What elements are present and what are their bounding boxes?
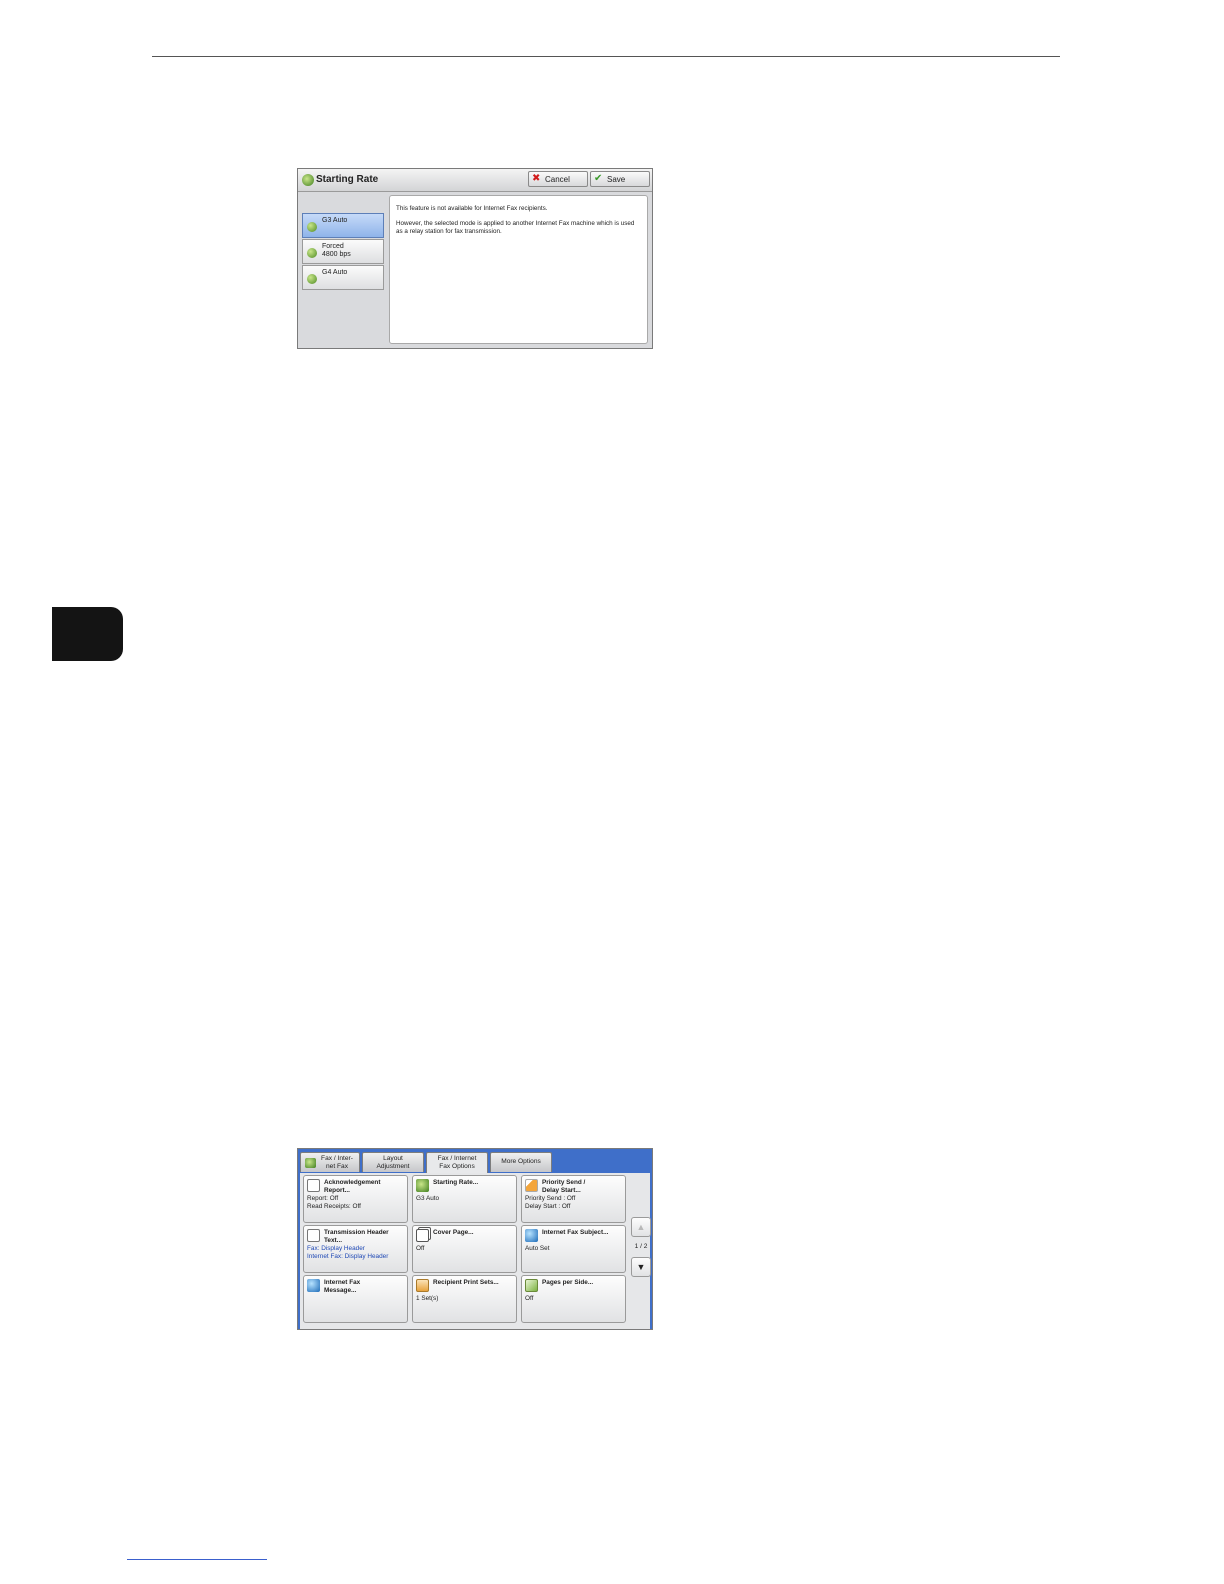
button-title: Recipient Print Sets... — [433, 1279, 499, 1286]
cover-page-button[interactable]: Cover Page... Off — [412, 1225, 517, 1273]
cover-page-icon — [416, 1229, 429, 1242]
modem-icon — [307, 222, 317, 232]
button-value: G3 Auto — [416, 1195, 440, 1202]
modem-icon — [307, 248, 317, 258]
button-title: Transmission Header Text... — [324, 1229, 389, 1244]
fax-options-screenshot: Fax / Inter- net Fax Layout Adjustment F… — [297, 1148, 653, 1330]
page-indicator: 1 / 2 — [634, 1243, 648, 1250]
internet-fax-message-button[interactable]: Internet Fax Message... — [303, 1275, 408, 1323]
internet-fax-icon — [307, 1279, 320, 1292]
scroll-down-button[interactable]: ▼ — [631, 1257, 651, 1277]
button-title: Pages per Side... — [542, 1279, 594, 1286]
button-title: Internet Fax Message... — [324, 1279, 361, 1294]
transmission-header-button[interactable]: Transmission Header Text... Fax: Display… — [303, 1225, 408, 1273]
report-icon — [307, 1179, 320, 1192]
tab-fax-options[interactable]: Fax / Internet Fax Options — [426, 1152, 488, 1174]
header-rule — [152, 56, 1060, 57]
button-value: Priority Send : Off Delay Start : Off — [525, 1195, 576, 1210]
priority-send-icon — [525, 1179, 538, 1192]
close-icon: ✖ — [532, 173, 541, 184]
button-value: Fax: Display Header Internet Fax: Displa… — [307, 1245, 389, 1260]
tab-label: Fax / Internet Fax Options — [437, 1155, 477, 1170]
button-value: 1 Set(s) — [416, 1295, 439, 1302]
button-value: Auto Set — [525, 1245, 550, 1252]
button-title: Acknowledgement Report... — [324, 1179, 381, 1194]
chevron-up-icon: ▲ — [636, 1222, 646, 1232]
option-g3-auto[interactable]: G3 Auto — [302, 213, 384, 238]
button-value: Report: Off Read Receipts: Off — [307, 1195, 361, 1210]
dialog-title: Starting Rate — [316, 174, 379, 185]
button-title: Starting Rate... — [433, 1179, 479, 1186]
chapter-tab-marker — [52, 607, 123, 661]
tab-label: Fax / Inter- net Fax — [321, 1155, 353, 1170]
tab-layout-adjustment[interactable]: Layout Adjustment — [362, 1152, 424, 1172]
button-value: Off — [416, 1245, 425, 1252]
info-panel: This feature is not available for Intern… — [389, 195, 648, 344]
tab-label: More Options — [501, 1158, 541, 1165]
starting-rate-button[interactable]: Starting Rate... G3 Auto — [412, 1175, 517, 1223]
pages-per-side-icon — [525, 1279, 538, 1292]
starting-rate-screenshot: Starting Rate ✖ Cancel ✔ Save G3 Auto Fo… — [297, 168, 653, 349]
print-sets-icon — [416, 1279, 429, 1292]
option-label: G4 Auto — [322, 269, 348, 276]
check-icon: ✔ — [594, 173, 603, 184]
starting-rate-icon — [416, 1179, 429, 1192]
button-title: Internet Fax Subject... — [542, 1229, 609, 1236]
info-text: However, the selected mode is applied to… — [396, 220, 635, 235]
starting-rate-icon — [302, 174, 314, 186]
save-button[interactable]: ✔ Save — [590, 171, 650, 187]
option-label: G3 Auto — [322, 217, 348, 224]
internet-fax-icon — [525, 1229, 538, 1242]
tab-more-options[interactable]: More Options — [490, 1152, 552, 1172]
scroll-up-button[interactable]: ▲ — [631, 1217, 651, 1237]
option-label: Forced 4800 bps — [322, 243, 351, 258]
internet-fax-subject-button[interactable]: Internet Fax Subject... Auto Set — [521, 1225, 626, 1273]
options-panel: Acknowledgement Report... Report: Off Re… — [300, 1173, 651, 1329]
option-forced-4800[interactable]: Forced 4800 bps — [302, 239, 384, 264]
header-text-icon — [307, 1229, 320, 1242]
dialog-title-bar: Starting Rate ✖ Cancel ✔ Save — [298, 169, 652, 192]
footer-rule — [127, 1559, 267, 1560]
chevron-down-icon: ▼ — [636, 1262, 646, 1272]
info-text: This feature is not available for Intern… — [396, 205, 548, 212]
cancel-button[interactable]: ✖ Cancel — [528, 171, 588, 187]
tab-fax-internet-fax[interactable]: Fax / Inter- net Fax — [300, 1152, 360, 1172]
button-title: Priority Send / Delay Start... — [542, 1179, 586, 1194]
recipient-print-sets-button[interactable]: Recipient Print Sets... 1 Set(s) — [412, 1275, 517, 1323]
acknowledgement-report-button[interactable]: Acknowledgement Report... Report: Off Re… — [303, 1175, 408, 1223]
modem-icon — [307, 274, 317, 284]
button-title: Cover Page... — [433, 1229, 474, 1236]
cancel-label: Cancel — [545, 175, 570, 184]
save-label: Save — [607, 175, 626, 184]
pages-per-side-button[interactable]: Pages per Side... Off — [521, 1275, 626, 1323]
tab-label: Layout Adjustment — [376, 1155, 410, 1170]
priority-send-button[interactable]: Priority Send / Delay Start... Priority … — [521, 1175, 626, 1223]
button-value: Off — [525, 1295, 534, 1302]
option-g4-auto[interactable]: G4 Auto — [302, 265, 384, 290]
